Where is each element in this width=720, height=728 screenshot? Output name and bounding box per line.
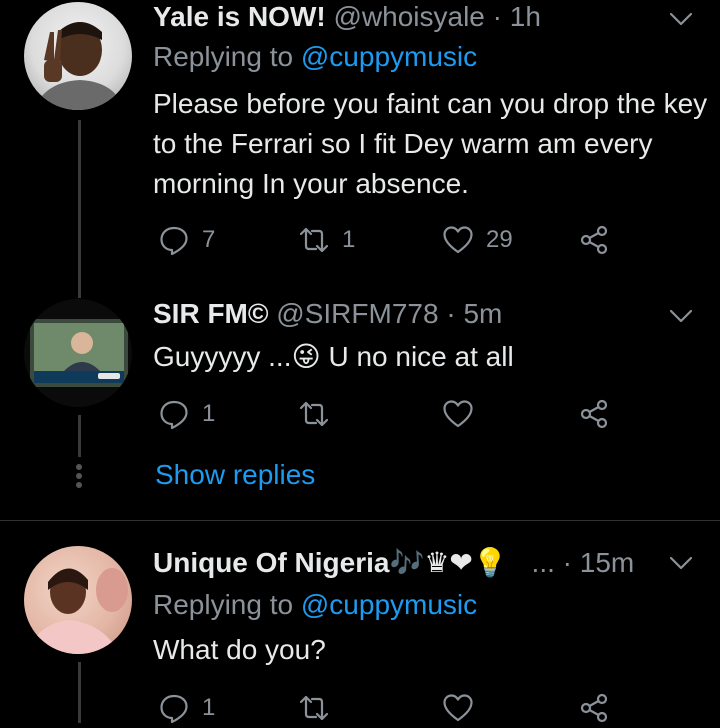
heart-icon: [443, 694, 473, 722]
replying-to: Replying to @cuppymusic: [153, 588, 477, 622]
reply-icon: [160, 400, 188, 430]
reply-button[interactable]: 1: [158, 394, 215, 434]
mention-link[interactable]: @cuppymusic: [301, 41, 477, 72]
tweet-text: What do you?: [153, 634, 326, 665]
tweet-header: Unique Of Nigeria🎶♛❤💡 ... · 15m: [153, 546, 634, 580]
tweet-2[interactable]: SIR FM© @SIRFM778 · 5m Guyyyyy ...😜 U no…: [0, 295, 720, 520]
tweet-3[interactable]: Unique Of Nigeria🎶♛❤💡 ... · 15m Replying…: [0, 540, 720, 724]
retweet-icon: [299, 695, 329, 721]
reply-icon: [160, 694, 188, 724]
replying-prefix: Replying to: [153, 41, 294, 72]
tweet-actions: 1: [150, 394, 620, 434]
replying-prefix: Replying to: [153, 589, 294, 620]
tweet-header: Yale is NOW! @whoisyale · 1h: [153, 0, 541, 34]
tweet-text: Please before you faint can you drop the…: [153, 88, 708, 199]
truncated-handle[interactable]: ...: [532, 547, 555, 578]
avatar-photo: [34, 22, 124, 110]
like-count: 29: [486, 226, 513, 253]
reply-button[interactable]: 7: [158, 220, 215, 260]
timestamp[interactable]: 5m: [463, 298, 502, 329]
avatar-photo: [24, 568, 128, 654]
retweet-button[interactable]: 1: [298, 220, 355, 260]
retweet-count: 1: [342, 226, 356, 253]
thread-line: [78, 662, 81, 723]
heart-icon: [443, 226, 473, 254]
mention-link[interactable]: @cuppymusic: [301, 589, 477, 620]
retweet-button[interactable]: [298, 688, 342, 728]
retweet-icon: [299, 401, 329, 427]
share-icon: [580, 693, 608, 723]
share-button[interactable]: [578, 220, 610, 260]
tweet-header: SIR FM© @SIRFM778 · 5m: [153, 297, 502, 331]
thread-line: [78, 415, 81, 457]
share-icon: [580, 399, 608, 429]
retweet-icon: [299, 227, 329, 253]
tweet-text: Guyyyyy ...😜 U no nice at all: [153, 337, 708, 377]
avatar[interactable]: [24, 546, 132, 654]
reply-count: 7: [202, 226, 216, 253]
chevron-down-icon[interactable]: [668, 6, 694, 32]
reply-button[interactable]: 1: [158, 688, 215, 728]
like-button[interactable]: 29: [442, 220, 513, 260]
chevron-down-icon[interactable]: [668, 303, 694, 329]
separator-dot: ·: [562, 547, 572, 578]
heart-icon: [443, 400, 473, 428]
thread-line: [78, 120, 81, 298]
tweet-actions: 1: [150, 688, 620, 728]
like-button[interactable]: [442, 688, 486, 728]
tweet-text-start: Guyyyyy ...: [153, 341, 292, 372]
reply-count: 1: [202, 400, 216, 427]
tweet-actions: 7 1 29: [150, 220, 620, 260]
show-replies-link[interactable]: Show replies: [155, 459, 315, 491]
separator-dot: ·: [446, 298, 456, 329]
retweet-button[interactable]: [298, 394, 342, 434]
divider: [0, 520, 720, 521]
avatar[interactable]: [24, 2, 132, 110]
username[interactable]: @SIRFM778: [276, 298, 438, 329]
share-icon: [580, 225, 608, 255]
replying-to: Replying to @cuppymusic: [153, 40, 477, 74]
username[interactable]: @whoisyale: [334, 1, 485, 32]
chevron-down-icon[interactable]: [668, 550, 694, 576]
display-name[interactable]: Yale is NOW!: [153, 1, 326, 32]
display-name[interactable]: SIR FM©: [153, 298, 269, 329]
tweet-text-end: U no nice at all: [320, 341, 514, 372]
separator-dot: ·: [492, 1, 502, 32]
reply-icon: [160, 226, 188, 256]
timestamp[interactable]: 1h: [510, 1, 541, 32]
avatar-photo: [30, 319, 128, 387]
tweet-1[interactable]: Yale is NOW! @whoisyale · 1h Replying to…: [0, 0, 720, 298]
timestamp[interactable]: 15m: [580, 547, 634, 578]
share-button[interactable]: [578, 394, 610, 434]
thread-gap-dots: [71, 461, 87, 491]
avatar[interactable]: [24, 299, 132, 407]
like-button[interactable]: [442, 394, 486, 434]
reply-count: 1: [202, 694, 216, 721]
share-button[interactable]: [578, 688, 610, 728]
name-emojis: 🎶♛❤💡: [389, 547, 508, 578]
display-name[interactable]: Unique Of Nigeria: [153, 547, 389, 578]
winking-tongue-emoji: 😜: [291, 341, 321, 372]
